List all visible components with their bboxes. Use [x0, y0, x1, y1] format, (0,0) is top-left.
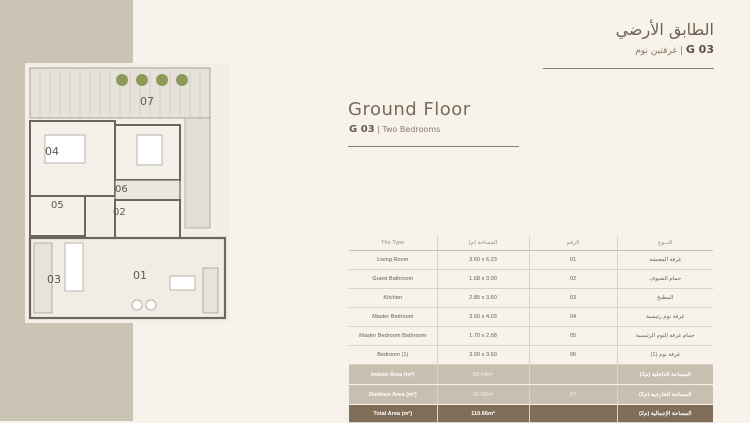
cell-type-ar: غرفة المعيشة [616, 250, 713, 270]
arabic-bedrooms: غرفتين نوم [635, 46, 678, 56]
cell-number: 01 [528, 250, 617, 270]
unit-code-ar: G 03 [685, 43, 714, 56]
plan-label-02: 02 [113, 207, 126, 218]
cell-type: Master Bedroom [349, 307, 437, 327]
subtitle: G 03 | Two Bedrooms [349, 124, 441, 135]
outdoor-label: Outdoor Area (m²) [349, 384, 437, 405]
plan-label-07: 07 [140, 95, 154, 108]
cell-type: Guest Bathroom [349, 269, 437, 289]
outdoor-label-ar: المساحة الخارجية (م2) [616, 384, 713, 405]
outdoor-area-row: Outdoor Area (m²) 30.32m² 07 المساحة الخ… [349, 384, 713, 405]
plan-label-01: 01 [133, 269, 147, 282]
table-row: Master Bedroom Bathroom 1.70 x 2.68 05 ح… [349, 326, 713, 346]
cell-area: 3.60 x 6.23 [436, 250, 529, 270]
cell-area: 1.70 x 2.68 [436, 326, 529, 346]
floor-plan-drawing: 07 04 02 06 05 03 01 [28, 67, 227, 320]
cell-number: 04 [528, 307, 617, 327]
table-row: Bedroom (1) 3.00 x 3.60 06 غرفة نوم (1) [349, 345, 713, 365]
cell-number: 05 [528, 326, 617, 346]
arabic-title: الطابق الأرضي [615, 20, 714, 39]
total-area-row: Total Area (m²) 110.66m² المساحة الإجمال… [349, 404, 713, 423]
table-row: Guest Bathroom 1.68 x 3.00 02 حمام الضيو… [349, 269, 713, 289]
col-number-ar: الرقم [528, 236, 617, 251]
cell-number: 02 [528, 269, 617, 289]
indoor-value: 80.44m² [436, 364, 529, 385]
col-type-ar: النــوع [616, 236, 713, 251]
cell-type: Master Bedroom Bathroom [349, 326, 437, 346]
indoor-number [528, 364, 617, 385]
cell-area: 3.60 x 4.03 [436, 307, 529, 327]
arabic-subtitle: G 03 | غرفتين نوم [635, 43, 714, 56]
cell-type-ar: حمام غرفة النوم الرئيسية [616, 326, 713, 346]
total-number [528, 404, 617, 423]
divider-top [543, 68, 714, 69]
plan-label-05: 05 [51, 200, 64, 211]
indoor-label: Indoor Area (m²) [349, 364, 437, 385]
page-title: Ground Floor [348, 99, 471, 120]
total-label: Total Area (m²) [349, 404, 437, 423]
cell-area: 3.00 x 3.60 [436, 345, 529, 365]
plan-label-06: 06 [115, 184, 128, 195]
indoor-area-row: Indoor Area (m²) 80.44m² المساحة الداخلي… [349, 364, 713, 385]
indoor-label-ar: المساحة الداخلية (م2) [616, 364, 713, 385]
cell-type: Living Room [349, 250, 437, 270]
outdoor-value: 30.32m² [436, 384, 529, 405]
cell-area: 1.68 x 3.00 [436, 269, 529, 289]
table-row: Kitchen 2.85 x 3.60 03 المطبخ [349, 288, 713, 308]
table-row: Master Bedroom 3.60 x 4.03 04 غرفة نوم ر… [349, 307, 713, 327]
total-value: 110.66m² [436, 404, 529, 423]
cell-type-ar: غرفة نوم (1) [616, 345, 713, 365]
table-header: The Type المساحة (م) الرقم النــوع [349, 236, 713, 251]
cell-type-ar: غرفة نوم رئيسية [616, 307, 713, 327]
cell-type: Bedroom (1) [349, 345, 437, 365]
cell-number: 03 [528, 288, 617, 308]
bedrooms-label: Two Bedrooms [382, 125, 441, 134]
cell-type: Kitchen [349, 288, 437, 308]
cell-type-ar: المطبخ [616, 288, 713, 308]
area-table: The Type المساحة (م) الرقم النــوع Livin… [349, 236, 713, 423]
cell-type-ar: حمام الضيوف [616, 269, 713, 289]
plan-label-03: 03 [47, 273, 61, 286]
plan-label-04: 04 [45, 145, 59, 158]
unit-code: G 03 [349, 124, 375, 135]
cell-number: 06 [528, 345, 617, 365]
col-type: The Type [349, 236, 437, 251]
floor-plan: 07 04 02 06 05 03 01 [25, 63, 230, 323]
outdoor-number: 07 [528, 384, 617, 405]
table-row: Living Room 3.60 x 6.23 01 غرفة المعيشة [349, 250, 713, 270]
divider-mid [348, 146, 519, 147]
total-label-ar: المساحة الإجمالية (م2) [616, 404, 713, 423]
col-area-ar: المساحة (م) [436, 236, 529, 251]
cell-area: 2.85 x 3.60 [436, 288, 529, 308]
